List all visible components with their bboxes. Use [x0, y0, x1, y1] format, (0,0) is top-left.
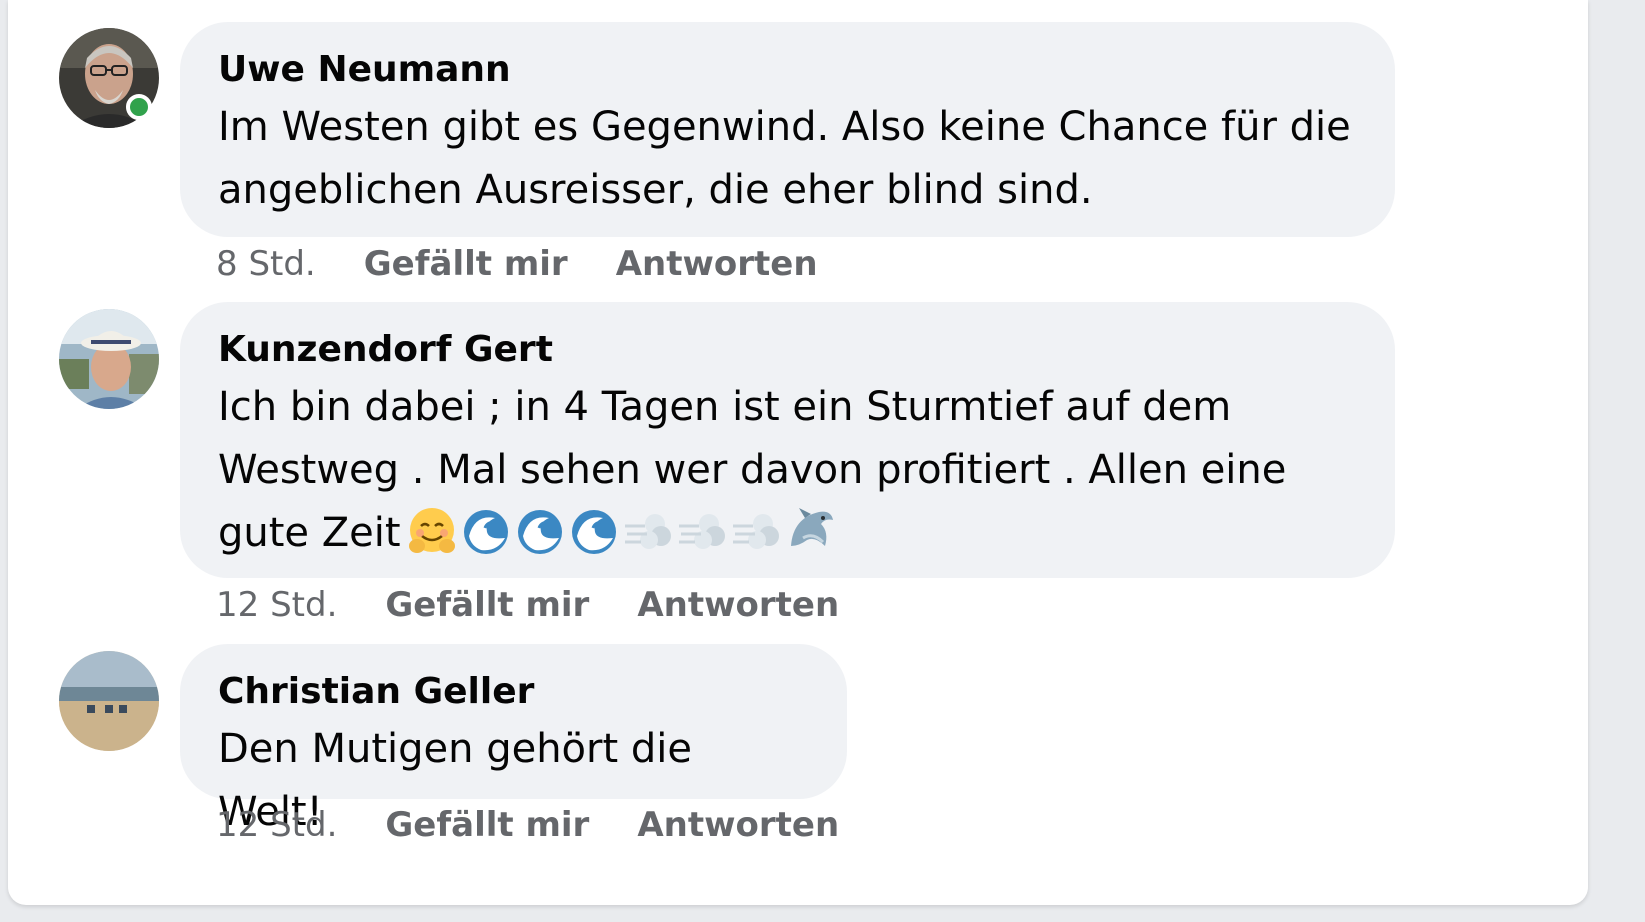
wave-emoji [571, 510, 616, 554]
comments-card: Uwe Neumann Im Westen gibt es Gegenwind.… [8, 0, 1588, 905]
comment-bubble: Kunzendorf Gert Ich bin dabei ; in 4 Tag… [180, 302, 1395, 578]
wind-emoji [678, 514, 725, 549]
reply-button[interactable]: Antworten [637, 805, 839, 845]
comment-author[interactable]: Kunzendorf Gert [218, 324, 1357, 376]
comment-actions: 8 Std. Gefällt mir Antworten [216, 244, 866, 284]
comment-text: Im Westen gibt es Gegenwind. Also keine … [218, 104, 1351, 213]
wave-emoji [463, 510, 508, 554]
comment-author[interactable]: Christian Geller [218, 666, 809, 718]
wind-emoji [624, 514, 671, 549]
like-button[interactable]: Gefällt mir [385, 585, 589, 625]
emoji-row [407, 506, 837, 575]
comment-bubble: Uwe Neumann Im Westen gibt es Gegenwind.… [180, 22, 1395, 237]
comment-timestamp[interactable]: 8 Std. [216, 244, 316, 284]
comment-actions: 12 Std. Gefällt mir Antworten [216, 585, 887, 625]
dolphin-emoji [790, 508, 833, 546]
comment-text: Ich bin dabei ; in 4 Tagen ist ein Sturm… [218, 376, 1357, 575]
reply-button[interactable]: Antworten [616, 244, 818, 284]
comment-bubble: Christian Geller Den Mutigen gehört die … [180, 644, 847, 835]
wind-emoji [732, 514, 779, 549]
comment-timestamp[interactable]: 12 Std. [216, 805, 337, 845]
hugging-face-emoji [408, 508, 455, 553]
avatar[interactable] [59, 651, 159, 751]
online-status-indicator [126, 94, 152, 120]
wave-emoji [517, 510, 562, 554]
comment-timestamp[interactable]: 12 Std. [216, 585, 337, 625]
reply-button[interactable]: Antworten [637, 585, 839, 625]
like-button[interactable]: Gefällt mir [385, 805, 589, 845]
like-button[interactable]: Gefällt mir [364, 244, 568, 284]
avatar[interactable] [59, 309, 159, 409]
comment-actions: 12 Std. Gefällt mir Antworten [216, 805, 887, 845]
comment-author[interactable]: Uwe Neumann [218, 44, 1357, 96]
